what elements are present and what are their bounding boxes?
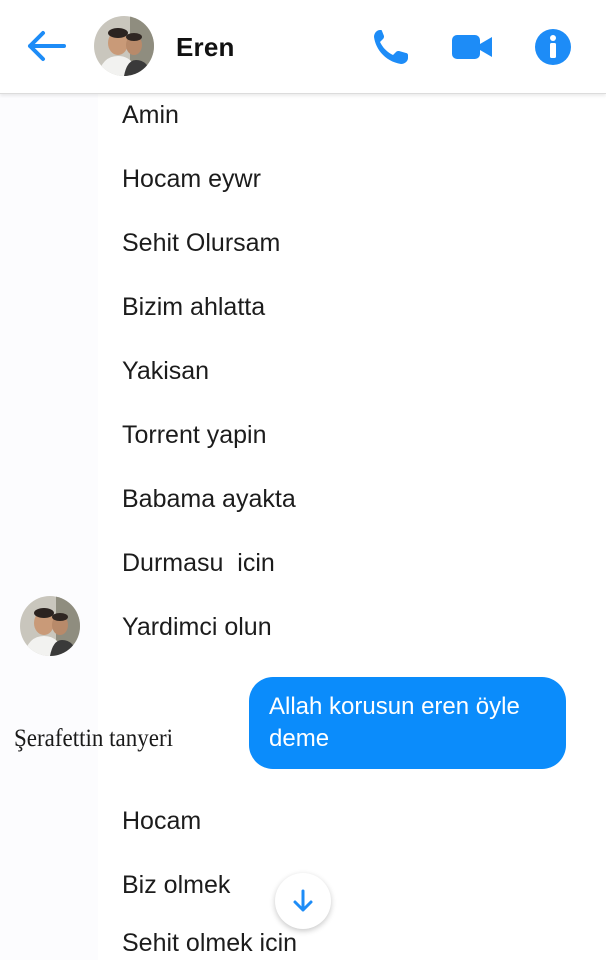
avatar-photo bbox=[20, 596, 80, 656]
avatar-photo bbox=[94, 16, 154, 76]
received-message[interactable]: Babama ayakta bbox=[122, 484, 296, 514]
contact-avatar[interactable] bbox=[94, 16, 154, 76]
received-message[interactable]: Hocam bbox=[122, 806, 201, 836]
call-button[interactable] bbox=[368, 24, 414, 70]
arrow-down-icon bbox=[293, 889, 313, 912]
arrow-left-icon bbox=[28, 31, 66, 61]
contact-name[interactable]: Eren bbox=[176, 32, 235, 63]
received-message[interactable]: Hocam eywr bbox=[122, 164, 261, 194]
message-list[interactable]: Amin Hocam eywr Sehit Olursam Bizim ahla… bbox=[0, 93, 606, 960]
received-message[interactable]: Biz olmek bbox=[122, 870, 230, 900]
info-button[interactable] bbox=[530, 24, 576, 70]
chat-screen: Eren Amin Hocam eywr Sehit Olursam Bizim… bbox=[0, 0, 606, 960]
watermark-signature: Şerafettin tanyeri bbox=[14, 725, 174, 752]
received-message[interactable]: Sehit Olursam bbox=[122, 228, 280, 258]
video-call-button[interactable] bbox=[449, 24, 495, 70]
sent-message-text: Allah korusun eren öyle deme bbox=[269, 693, 520, 752]
conversation-header: Eren bbox=[0, 0, 606, 94]
received-message[interactable]: Bizim ahlatta bbox=[122, 292, 265, 322]
received-message[interactable]: Torrent yapin bbox=[122, 420, 267, 450]
sender-avatar[interactable] bbox=[20, 596, 80, 656]
received-message[interactable]: Yakisan bbox=[122, 356, 209, 386]
phone-icon bbox=[374, 30, 408, 64]
received-message[interactable]: Durmasu icin bbox=[122, 548, 275, 578]
video-camera-icon bbox=[452, 35, 492, 59]
back-button[interactable] bbox=[24, 26, 68, 66]
received-message[interactable]: Amin bbox=[122, 100, 179, 130]
sent-message-bubble[interactable]: Allah korusun eren öyle deme bbox=[249, 677, 566, 769]
info-icon bbox=[535, 29, 571, 65]
received-message[interactable]: Sehit olmek icin bbox=[122, 928, 297, 958]
received-message[interactable]: Yardimci olun bbox=[122, 612, 272, 642]
scroll-to-bottom-button[interactable] bbox=[275, 873, 331, 929]
